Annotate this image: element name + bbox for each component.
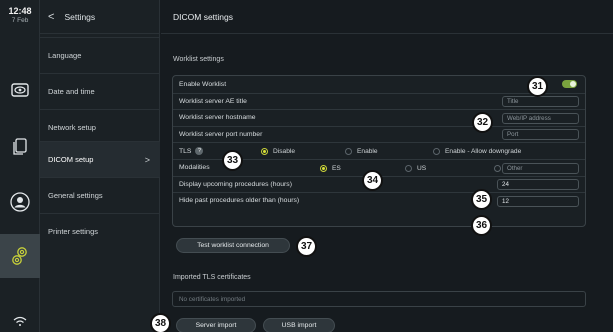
- row-label: Worklist server port number: [179, 131, 263, 139]
- settings-gear-icon: [12, 247, 27, 265]
- menu-item-label: DICOM setup: [48, 155, 94, 164]
- menu-item-label: Printer settings: [48, 227, 99, 236]
- menu-item-label: General settings: [48, 191, 103, 200]
- clock-date: 7 Feb: [11, 17, 29, 24]
- radio-label: Enable - Allow downgrade: [445, 147, 522, 155]
- menu-item-printer-settings[interactable]: Printer settings: [40, 213, 160, 249]
- tls-option-disable[interactable]: Disable: [261, 147, 295, 155]
- status-clock: 12:48 7 Feb: [0, 6, 40, 24]
- radio-icon: [433, 147, 440, 155]
- row-label: Modalities: [179, 164, 210, 172]
- usb-import-button[interactable]: USB import: [263, 318, 335, 332]
- callout-badge: 38: [150, 313, 171, 332]
- radio-selected-icon: [320, 164, 327, 172]
- modality-option-us[interactable]: US: [405, 164, 427, 172]
- callout-badge: 36: [471, 215, 492, 236]
- callout-badge: 34: [362, 170, 383, 191]
- menu-item-language[interactable]: Language: [40, 37, 160, 73]
- other-modality-input[interactable]: Other: [502, 162, 579, 174]
- callout-badge: 33: [222, 150, 243, 171]
- menu-item-dicom-setup[interactable]: DICOM setup >: [40, 141, 160, 177]
- ae-title-input[interactable]: Title: [502, 96, 579, 108]
- radio-label: US: [417, 164, 427, 172]
- menu-item-general-settings[interactable]: General settings: [40, 177, 160, 213]
- radio-label: Enable: [357, 147, 378, 155]
- server-import-button[interactable]: Server import: [176, 318, 256, 332]
- worklist-section-title: Worklist settings: [173, 56, 224, 63]
- row-label: Enable Worklist: [179, 80, 227, 88]
- radio-label: Disable: [273, 147, 295, 155]
- radio-icon: [494, 164, 501, 172]
- callout-badge: 31: [527, 76, 548, 97]
- upcoming-hours-input[interactable]: 24: [497, 179, 579, 191]
- certificates-list: No certificates imported: [172, 291, 586, 307]
- wifi-button[interactable]: [0, 310, 40, 332]
- tls-option-enable[interactable]: Enable: [345, 147, 378, 155]
- menu-header: < Settings: [40, 0, 159, 34]
- user-icon: [10, 192, 30, 212]
- display-button[interactable]: [0, 68, 40, 112]
- test-worklist-connection-button[interactable]: Test worklist connection: [176, 238, 290, 253]
- tls-option-allow-downgrade[interactable]: Enable - Allow downgrade: [433, 147, 522, 155]
- radio-selected-icon: [261, 147, 268, 155]
- radio-icon: [345, 147, 352, 155]
- port-input[interactable]: Port: [502, 129, 579, 141]
- row-enable-worklist: Enable Worklist: [173, 76, 585, 93]
- left-rail: 12:48 7 Feb: [0, 0, 40, 332]
- user-button[interactable]: [0, 180, 40, 224]
- clock-time: 12:48: [8, 6, 32, 16]
- settings-menu: < Settings Language Date and time Networ…: [40, 0, 160, 332]
- menu-item-label: Network setup: [48, 123, 96, 132]
- radio-icon: [405, 164, 412, 172]
- settings-button[interactable]: [0, 234, 40, 278]
- callout-badge: 32: [472, 112, 493, 133]
- callout-badge: 35: [471, 189, 492, 210]
- row-label: Worklist server AE title: [179, 97, 247, 105]
- menu-title: Settings: [64, 11, 96, 22]
- callout-badge: 37: [296, 236, 317, 257]
- menu-item-label: Language: [48, 51, 82, 60]
- hostname-input[interactable]: Web/IP address: [502, 112, 579, 124]
- row-label: Hide past procedures older than (hours): [179, 197, 300, 205]
- row-label: TLS: [179, 147, 192, 155]
- row-port: Worklist server port number Port: [173, 125, 585, 143]
- row-ae-title: Worklist server AE title Title: [173, 92, 585, 110]
- wifi-icon: [13, 316, 27, 326]
- row-past-procedures: Hide past procedures older than (hours) …: [173, 192, 585, 209]
- radio-label: ES: [332, 164, 341, 172]
- row-hostname: Worklist server hostname Web/IP address: [173, 109, 585, 126]
- certs-section-title: Imported TLS certificates: [173, 274, 251, 281]
- modality-option-es[interactable]: ES: [320, 164, 341, 172]
- files-icon: [13, 138, 27, 155]
- page-title: DICOM settings: [161, 0, 613, 34]
- menu-item-date-time[interactable]: Date and time: [40, 73, 160, 109]
- row-label: Worklist server hostname: [179, 114, 256, 122]
- back-chevron-icon[interactable]: <: [48, 11, 54, 23]
- display-icon: [11, 83, 29, 97]
- files-button[interactable]: [0, 125, 40, 169]
- enable-worklist-toggle[interactable]: [562, 80, 577, 88]
- past-hours-input[interactable]: 12: [497, 195, 579, 207]
- chevron-right-icon: >: [144, 154, 150, 165]
- help-icon[interactable]: ?: [195, 147, 204, 156]
- menu-item-network-setup[interactable]: Network setup: [40, 109, 160, 145]
- row-label: Display upcoming procedures (hours): [179, 180, 292, 188]
- menu-item-label: Date and time: [48, 87, 95, 96]
